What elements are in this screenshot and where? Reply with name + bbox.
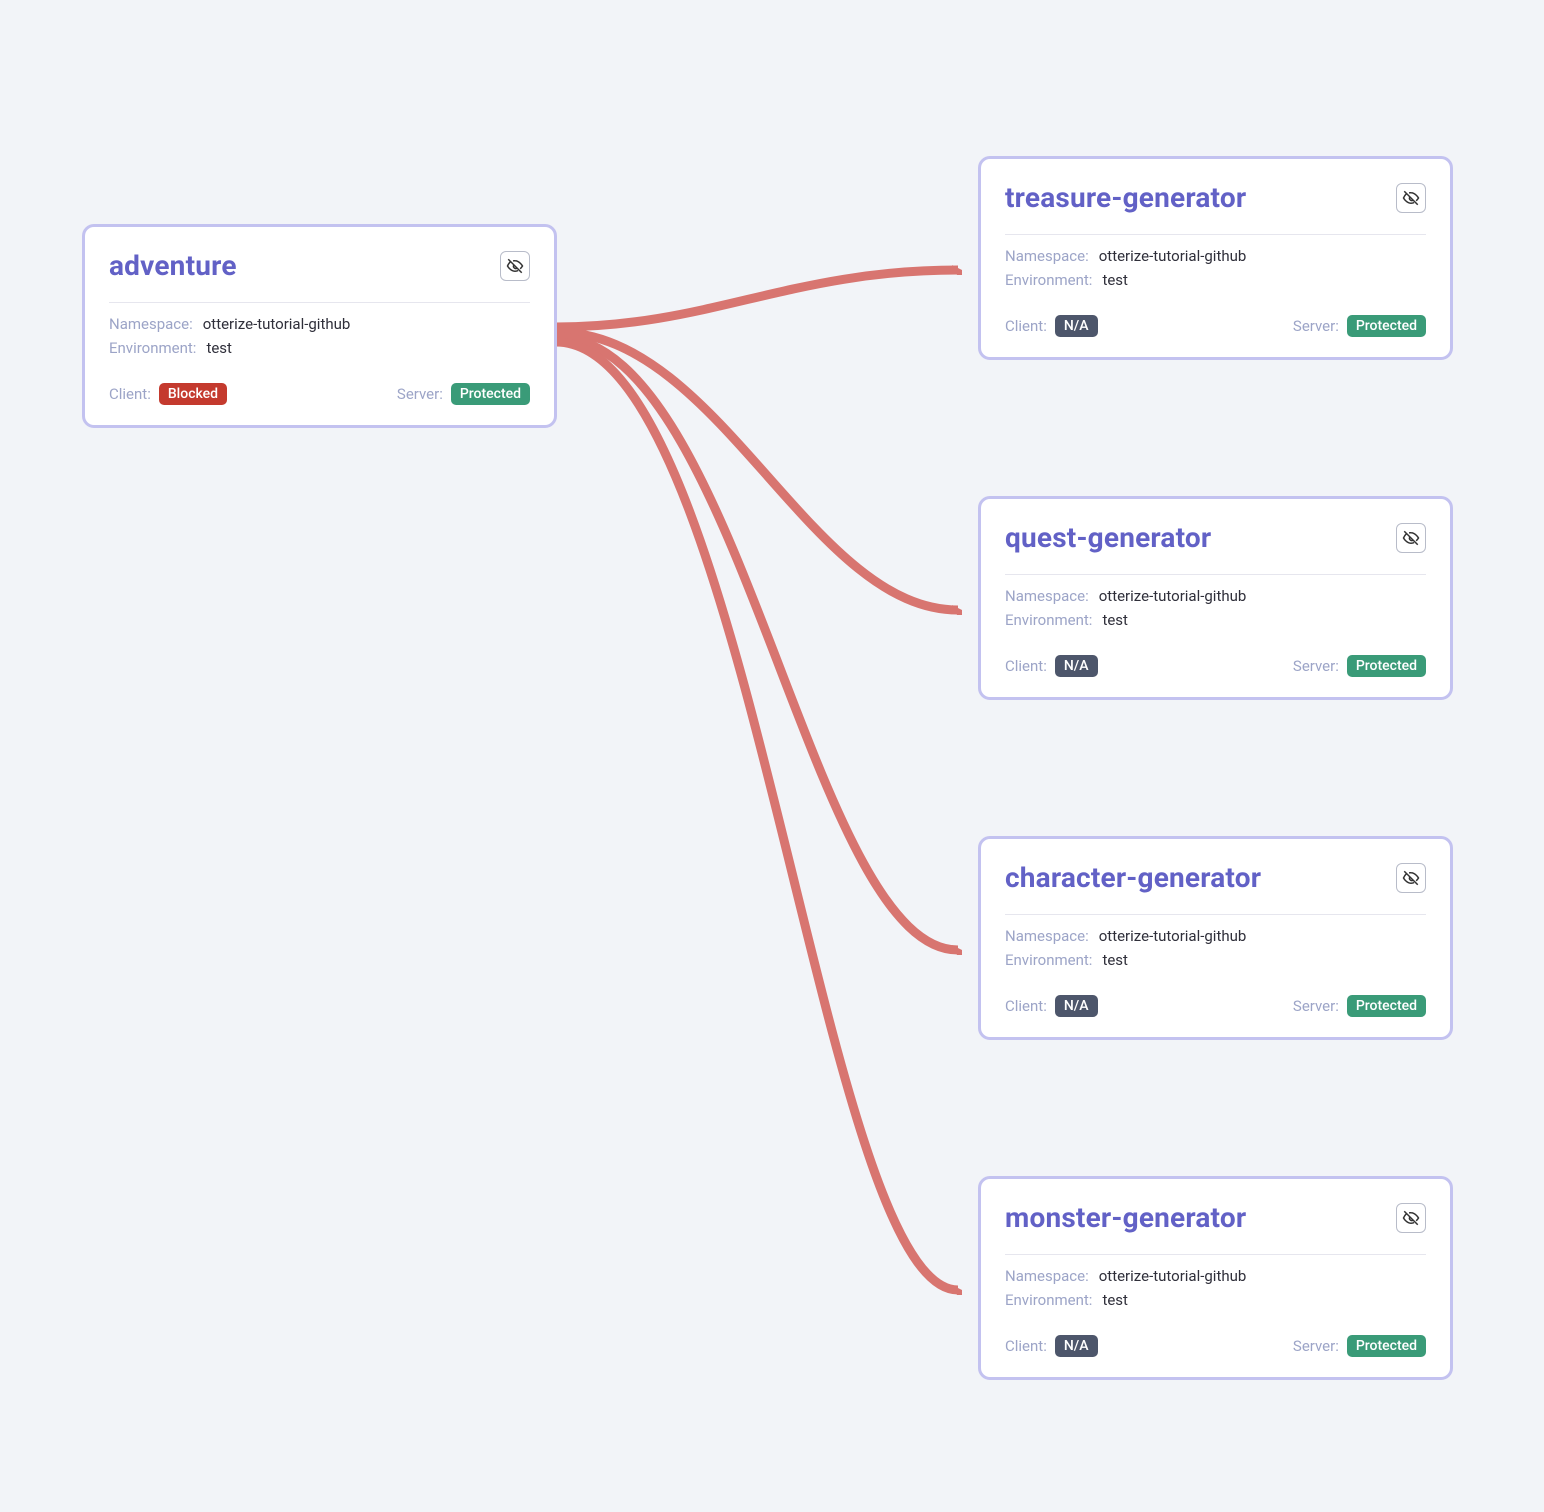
status-row: Client: N/A Server: Protected <box>1005 1335 1426 1357</box>
node-character-generator[interactable]: character-generator Namespace: otterize-… <box>978 836 1453 1040</box>
client-status: Client: N/A <box>1005 655 1098 677</box>
status-row: Client: Blocked Server: Protected <box>109 383 530 405</box>
divider <box>1005 1254 1426 1255</box>
node-quest-generator[interactable]: quest-generator Namespace: otterize-tuto… <box>978 496 1453 700</box>
node-treasure-generator[interactable]: treasure-generator Namespace: otterize-t… <box>978 156 1453 360</box>
meta-namespace: Namespace: otterize-tutorial-github <box>1005 927 1426 945</box>
server-label: Server: <box>1293 657 1339 675</box>
status-badge-protected: Protected <box>1347 315 1426 337</box>
environment-label: Environment: <box>109 339 196 357</box>
namespace-label: Namespace: <box>109 315 193 333</box>
client-label: Client: <box>1005 317 1047 335</box>
environment-value: test <box>1102 611 1128 629</box>
node-header: adventure <box>109 249 530 282</box>
namespace-value: otterize-tutorial-github <box>1099 1267 1247 1285</box>
divider <box>109 302 530 303</box>
namespace-value: otterize-tutorial-github <box>203 315 351 333</box>
edge-to-character <box>556 337 958 950</box>
divider <box>1005 234 1426 235</box>
server-status: Server: Protected <box>1293 655 1426 677</box>
environment-value: test <box>1102 271 1128 289</box>
client-label: Client: <box>109 385 151 403</box>
environment-label: Environment: <box>1005 951 1092 969</box>
visibility-off-icon[interactable] <box>1396 1203 1426 1233</box>
meta-environment: Environment: test <box>1005 271 1426 289</box>
namespace-value: otterize-tutorial-github <box>1099 927 1247 945</box>
client-label: Client: <box>1005 997 1047 1015</box>
node-header: quest-generator <box>1005 521 1426 554</box>
client-status: Client: N/A <box>1005 1335 1098 1357</box>
status-row: Client: N/A Server: Protected <box>1005 315 1426 337</box>
node-title: treasure-generator <box>1005 181 1246 214</box>
node-title: adventure <box>109 249 237 282</box>
node-header: treasure-generator <box>1005 181 1426 214</box>
status-badge-na: N/A <box>1055 995 1098 1017</box>
namespace-value: otterize-tutorial-github <box>1099 587 1247 605</box>
meta-namespace: Namespace: otterize-tutorial-github <box>1005 247 1426 265</box>
server-label: Server: <box>397 385 443 403</box>
server-status: Server: Protected <box>1293 1335 1426 1357</box>
node-header: character-generator <box>1005 861 1426 894</box>
node-header: monster-generator <box>1005 1201 1426 1234</box>
meta-environment: Environment: test <box>1005 951 1426 969</box>
edge-to-monster <box>556 342 958 1290</box>
status-badge-na: N/A <box>1055 1335 1098 1357</box>
status-badge-na: N/A <box>1055 315 1098 337</box>
server-label: Server: <box>1293 317 1339 335</box>
visibility-off-icon[interactable] <box>500 251 530 281</box>
namespace-label: Namespace: <box>1005 927 1089 945</box>
client-label: Client: <box>1005 1337 1047 1355</box>
namespace-label: Namespace: <box>1005 247 1089 265</box>
edge-to-treasure <box>556 270 958 327</box>
status-badge-protected: Protected <box>1347 1335 1426 1357</box>
server-label: Server: <box>1293 997 1339 1015</box>
node-adventure[interactable]: adventure Namespace: otterize-tutorial-g… <box>82 224 557 428</box>
status-badge-na: N/A <box>1055 655 1098 677</box>
client-label: Client: <box>1005 657 1047 675</box>
client-status: Client: Blocked <box>109 383 227 405</box>
meta-environment: Environment: test <box>109 339 530 357</box>
status-badge-protected: Protected <box>1347 995 1426 1017</box>
server-status: Server: Protected <box>1293 995 1426 1017</box>
client-status: Client: N/A <box>1005 315 1098 337</box>
server-status: Server: Protected <box>397 383 530 405</box>
environment-label: Environment: <box>1005 271 1092 289</box>
namespace-label: Namespace: <box>1005 1267 1089 1285</box>
node-monster-generator[interactable]: monster-generator Namespace: otterize-tu… <box>978 1176 1453 1380</box>
server-status: Server: Protected <box>1293 315 1426 337</box>
environment-label: Environment: <box>1005 611 1092 629</box>
meta-namespace: Namespace: otterize-tutorial-github <box>109 315 530 333</box>
visibility-off-icon[interactable] <box>1396 183 1426 213</box>
meta-environment: Environment: test <box>1005 1291 1426 1309</box>
visibility-off-icon[interactable] <box>1396 863 1426 893</box>
status-badge-protected: Protected <box>1347 655 1426 677</box>
divider <box>1005 914 1426 915</box>
status-row: Client: N/A Server: Protected <box>1005 995 1426 1017</box>
environment-value: test <box>1102 1291 1128 1309</box>
node-title: monster-generator <box>1005 1201 1246 1234</box>
edge-to-quest <box>556 332 958 610</box>
status-row: Client: N/A Server: Protected <box>1005 655 1426 677</box>
meta-namespace: Namespace: otterize-tutorial-github <box>1005 587 1426 605</box>
node-title: quest-generator <box>1005 521 1211 554</box>
namespace-label: Namespace: <box>1005 587 1089 605</box>
divider <box>1005 574 1426 575</box>
client-status: Client: N/A <box>1005 995 1098 1017</box>
status-badge-blocked: Blocked <box>159 383 227 405</box>
server-label: Server: <box>1293 1337 1339 1355</box>
namespace-value: otterize-tutorial-github <box>1099 247 1247 265</box>
environment-value: test <box>1102 951 1128 969</box>
meta-namespace: Namespace: otterize-tutorial-github <box>1005 1267 1426 1285</box>
node-title: character-generator <box>1005 861 1261 894</box>
meta-environment: Environment: test <box>1005 611 1426 629</box>
environment-value: test <box>206 339 232 357</box>
environment-label: Environment: <box>1005 1291 1092 1309</box>
visibility-off-icon[interactable] <box>1396 523 1426 553</box>
status-badge-protected: Protected <box>451 383 530 405</box>
